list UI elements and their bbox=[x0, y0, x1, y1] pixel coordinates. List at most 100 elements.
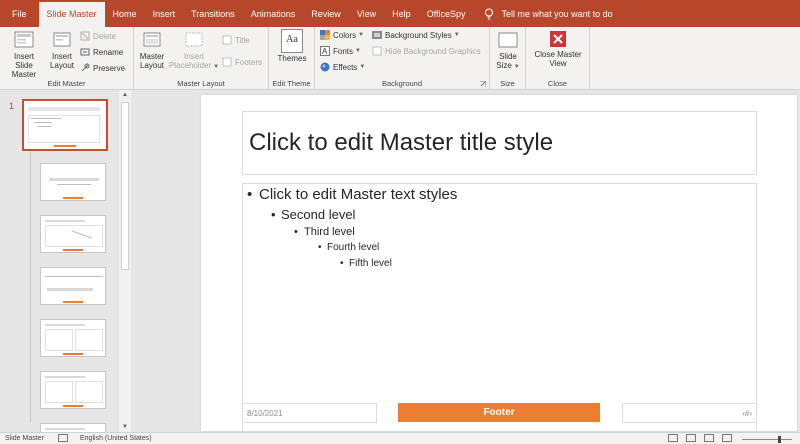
layout-thumbnail[interactable] bbox=[40, 371, 106, 409]
themes-button[interactable]: Aa Themes bbox=[274, 29, 310, 63]
thumb-text-line bbox=[34, 122, 52, 123]
title-text: Click to edit Master title style bbox=[249, 129, 554, 156]
group-close: Close Master View Close bbox=[526, 27, 590, 90]
reading-view-icon[interactable] bbox=[704, 434, 714, 442]
thumb-body-box bbox=[45, 329, 73, 351]
slide-sorter-icon[interactable] bbox=[686, 434, 696, 442]
tell-me-search[interactable]: Tell me what you want to do bbox=[484, 3, 613, 25]
slide-size-button[interactable]: Slide Size ▼ bbox=[492, 29, 524, 72]
hide-background-graphics-checkbox[interactable]: Hide Background Graphics bbox=[372, 44, 481, 58]
master-thumbnail[interactable] bbox=[22, 99, 108, 151]
rename-button[interactable]: Rename bbox=[80, 45, 123, 59]
layout-thumbnail[interactable] bbox=[40, 215, 106, 253]
thumbnail-scrollbar[interactable]: ▲ ▼ bbox=[119, 90, 131, 432]
group-label-master-layout: Master Layout bbox=[177, 79, 225, 88]
scrollbar-thumb[interactable] bbox=[121, 102, 129, 270]
delete-icon bbox=[80, 31, 90, 41]
text-level-5: Fifth level bbox=[340, 258, 392, 269]
preserve-button[interactable]: Preserve bbox=[80, 61, 125, 75]
lightbulb-icon bbox=[484, 8, 493, 20]
tab-animations[interactable]: Animations bbox=[243, 3, 304, 25]
zoom-slider-track[interactable] bbox=[742, 439, 792, 440]
tab-slide-master[interactable]: Slide Master bbox=[38, 2, 105, 27]
scroll-down-icon[interactable]: ▼ bbox=[119, 422, 131, 432]
layout-connector-line bbox=[30, 151, 31, 422]
text-level-4: Fourth level bbox=[318, 242, 379, 253]
ribbon: Insert Slide Master Insert Layout Delete… bbox=[0, 27, 800, 90]
colors-button[interactable]: Colors ▼ bbox=[320, 28, 364, 42]
chevron-down-icon: ▼ bbox=[213, 64, 220, 70]
tab-help[interactable]: Help bbox=[384, 3, 419, 25]
tab-transitions[interactable]: Transitions bbox=[183, 3, 243, 25]
thumb-footer-bar bbox=[63, 197, 83, 199]
thumb-text-line bbox=[37, 126, 51, 127]
master-layout-button[interactable]: Master Layout bbox=[138, 29, 166, 70]
zoom-slider-handle[interactable] bbox=[778, 436, 781, 443]
tab-file[interactable]: File bbox=[0, 3, 39, 25]
fonts-button[interactable]: A Fonts ▼ bbox=[320, 44, 361, 58]
thumb-footer-bar bbox=[63, 405, 83, 407]
tab-review[interactable]: Review bbox=[303, 3, 349, 25]
status-bar: Slide Master English (United States) bbox=[0, 432, 800, 444]
slide-number: 1 bbox=[9, 101, 15, 111]
tab-insert[interactable]: Insert bbox=[145, 3, 184, 25]
insert-slide-master-button[interactable]: Insert Slide Master bbox=[4, 29, 44, 79]
background-styles-button[interactable]: Background Styles ▼ bbox=[372, 28, 460, 42]
slide-number-placeholder[interactable]: ‹#› bbox=[622, 403, 757, 423]
slideshow-icon[interactable] bbox=[722, 434, 732, 442]
chevron-down-icon: ▼ bbox=[358, 32, 365, 38]
thumb-title-bar bbox=[45, 220, 85, 222]
close-master-view-button[interactable]: Close Master View bbox=[532, 29, 584, 68]
insert-layout-label: Insert Layout bbox=[49, 52, 75, 70]
effects-button[interactable]: Effects ▼ bbox=[320, 60, 365, 74]
themes-icon-text: Aa bbox=[286, 34, 298, 45]
rename-label: Rename bbox=[93, 47, 124, 57]
tab-view[interactable]: View bbox=[349, 3, 384, 25]
scroll-up-icon[interactable]: ▲ bbox=[119, 90, 131, 100]
footers-checkbox-label: Footers bbox=[235, 57, 263, 67]
chevron-down-icon: ▼ bbox=[355, 48, 361, 54]
title-checkbox[interactable]: Title bbox=[222, 33, 250, 47]
preserve-label: Preserve bbox=[93, 63, 126, 73]
thumbnail-pane: 1 ▲ ▼ bbox=[0, 90, 132, 432]
insert-placeholder-button[interactable]: Insert Placeholder ▼ bbox=[168, 29, 220, 72]
group-label-close: Close bbox=[547, 79, 568, 88]
title-placeholder[interactable]: Click to edit Master title style bbox=[242, 111, 757, 175]
effects-label: Effects bbox=[333, 62, 358, 72]
tab-home[interactable]: Home bbox=[105, 3, 145, 25]
footer-text: Footer bbox=[483, 407, 515, 418]
footers-checkbox[interactable]: Footers bbox=[222, 55, 262, 69]
insert-layout-button[interactable]: Insert Layout bbox=[48, 29, 76, 70]
layout-thumbnail[interactable] bbox=[40, 423, 106, 432]
chevron-down-icon: ▼ bbox=[359, 64, 366, 70]
text-level-2: Second level bbox=[271, 207, 356, 222]
group-label-edit-theme: Edit Theme bbox=[272, 79, 311, 88]
fonts-label: Fonts bbox=[333, 46, 354, 56]
delete-button[interactable]: Delete bbox=[80, 29, 116, 43]
group-label-background: Background bbox=[381, 79, 423, 88]
ribbon-tab-bar: File Slide Master Home Insert Transition… bbox=[0, 0, 800, 27]
insert-layout-icon bbox=[53, 32, 71, 47]
spelling-icon[interactable] bbox=[58, 434, 68, 442]
date-placeholder[interactable]: 8/10/2021 bbox=[242, 403, 377, 423]
thumb-text-line bbox=[45, 276, 103, 277]
pin-icon bbox=[81, 63, 90, 72]
checkbox-icon bbox=[222, 57, 232, 67]
title-checkbox-label: Title bbox=[235, 35, 250, 45]
slide-canvas[interactable]: Click to edit Master title style Click t… bbox=[201, 95, 797, 444]
effects-icon bbox=[320, 62, 330, 72]
normal-view-icon[interactable] bbox=[668, 434, 678, 442]
tab-officespy[interactable]: OfficeSpy bbox=[419, 3, 474, 25]
group-edit-master: Insert Slide Master Insert Layout Delete… bbox=[0, 27, 134, 90]
language-indicator[interactable]: English (United States) bbox=[80, 435, 152, 442]
rename-icon bbox=[80, 48, 90, 56]
dialog-launcher-icon[interactable] bbox=[480, 81, 486, 87]
layout-thumbnail[interactable] bbox=[40, 267, 106, 305]
background-styles-label: Background Styles bbox=[385, 30, 452, 40]
thumb-title-bar bbox=[47, 288, 93, 291]
layout-thumbnail[interactable] bbox=[40, 319, 106, 357]
layout-thumbnail[interactable] bbox=[40, 163, 106, 201]
slide-number-text: ‹#› bbox=[742, 409, 752, 418]
footer-placeholder[interactable]: Footer bbox=[398, 403, 600, 422]
insert-slide-master-icon bbox=[14, 31, 34, 48]
